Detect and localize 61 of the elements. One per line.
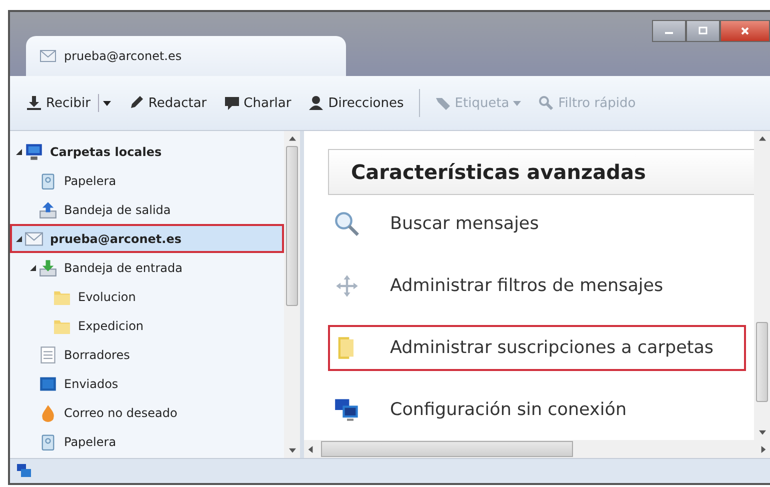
scroll-up-icon[interactable]	[758, 136, 766, 141]
chat-button[interactable]: Charlar	[218, 91, 298, 115]
scrollbar[interactable]	[284, 131, 300, 458]
envelope-icon	[25, 230, 43, 248]
folder-item[interactable]: prueba@arconet.es	[10, 224, 284, 253]
close-icon	[740, 26, 750, 36]
scrollbar[interactable]	[754, 131, 770, 440]
scroll-thumb[interactable]	[286, 146, 298, 306]
scroll-down-icon[interactable]	[288, 448, 296, 453]
scroll-right-icon[interactable]	[761, 446, 766, 452]
envelope-icon	[40, 48, 56, 64]
horizontal-scrollbar[interactable]	[304, 440, 770, 458]
maximize-button[interactable]	[686, 20, 720, 42]
expand-arrow-icon[interactable]	[30, 264, 36, 270]
maximize-icon	[698, 26, 708, 36]
scroll-down-icon[interactable]	[758, 430, 766, 435]
close-button[interactable]	[720, 20, 770, 42]
folder-item[interactable]: Evolucion	[10, 282, 284, 311]
scroll-left-icon[interactable]	[308, 446, 313, 452]
account-tab[interactable]: prueba@arconet.es	[26, 36, 346, 76]
folder-item[interactable]: Borradores	[10, 340, 284, 369]
scroll-thumb[interactable]	[756, 322, 768, 402]
folder-item[interactable]: Enviados	[10, 369, 284, 398]
expand-arrow-icon[interactable]	[16, 236, 22, 242]
folder-item[interactable]: Papelera	[10, 427, 284, 456]
write-button[interactable]: Redactar	[122, 91, 213, 115]
contacts-button[interactable]: Direcciones	[302, 91, 410, 115]
minimize-button[interactable]	[652, 20, 686, 42]
document-icon	[39, 346, 57, 364]
person-icon	[308, 95, 324, 111]
feature-link[interactable]: Administrar filtros de mensajes	[328, 263, 746, 309]
pencil-icon	[128, 95, 144, 111]
tag-icon	[434, 95, 451, 111]
scroll-thumb[interactable]	[321, 441, 573, 457]
trash-icon	[39, 432, 57, 450]
arrows-icon	[334, 273, 360, 299]
folder-item[interactable]: Correo no deseado	[10, 398, 284, 427]
scroll-up-icon[interactable]	[288, 136, 296, 141]
receive-button[interactable]: Recibir	[20, 90, 118, 116]
outbox-icon	[39, 200, 57, 218]
caret-icon	[513, 100, 522, 106]
computers-icon	[16, 463, 32, 479]
search-icon	[334, 211, 360, 237]
folder-item[interactable]: Expedicion	[10, 311, 284, 340]
download-icon	[26, 95, 42, 111]
caret-icon	[103, 100, 112, 106]
folder-item[interactable]: Carpetas locales	[10, 137, 284, 166]
folder-item[interactable]: Bandeja de salida	[10, 195, 284, 224]
inbox-icon	[39, 258, 57, 276]
feature-link[interactable]: Administrar suscripciones a carpetas	[328, 325, 746, 371]
expand-arrow-icon[interactable]	[16, 148, 22, 154]
computer-icon	[25, 142, 43, 160]
folder-item[interactable]: Bandeja de entrada	[10, 253, 284, 282]
section-heading: Características avanzadas	[328, 149, 754, 195]
feature-link[interactable]: Configuración sin conexión	[328, 387, 746, 433]
feature-link[interactable]: Buscar mensajes	[328, 201, 746, 247]
computers-icon	[334, 397, 360, 423]
folder-item[interactable]: Papelera	[10, 166, 284, 195]
trash-icon	[39, 172, 57, 190]
search-icon	[538, 95, 554, 111]
chat-icon	[224, 95, 240, 111]
